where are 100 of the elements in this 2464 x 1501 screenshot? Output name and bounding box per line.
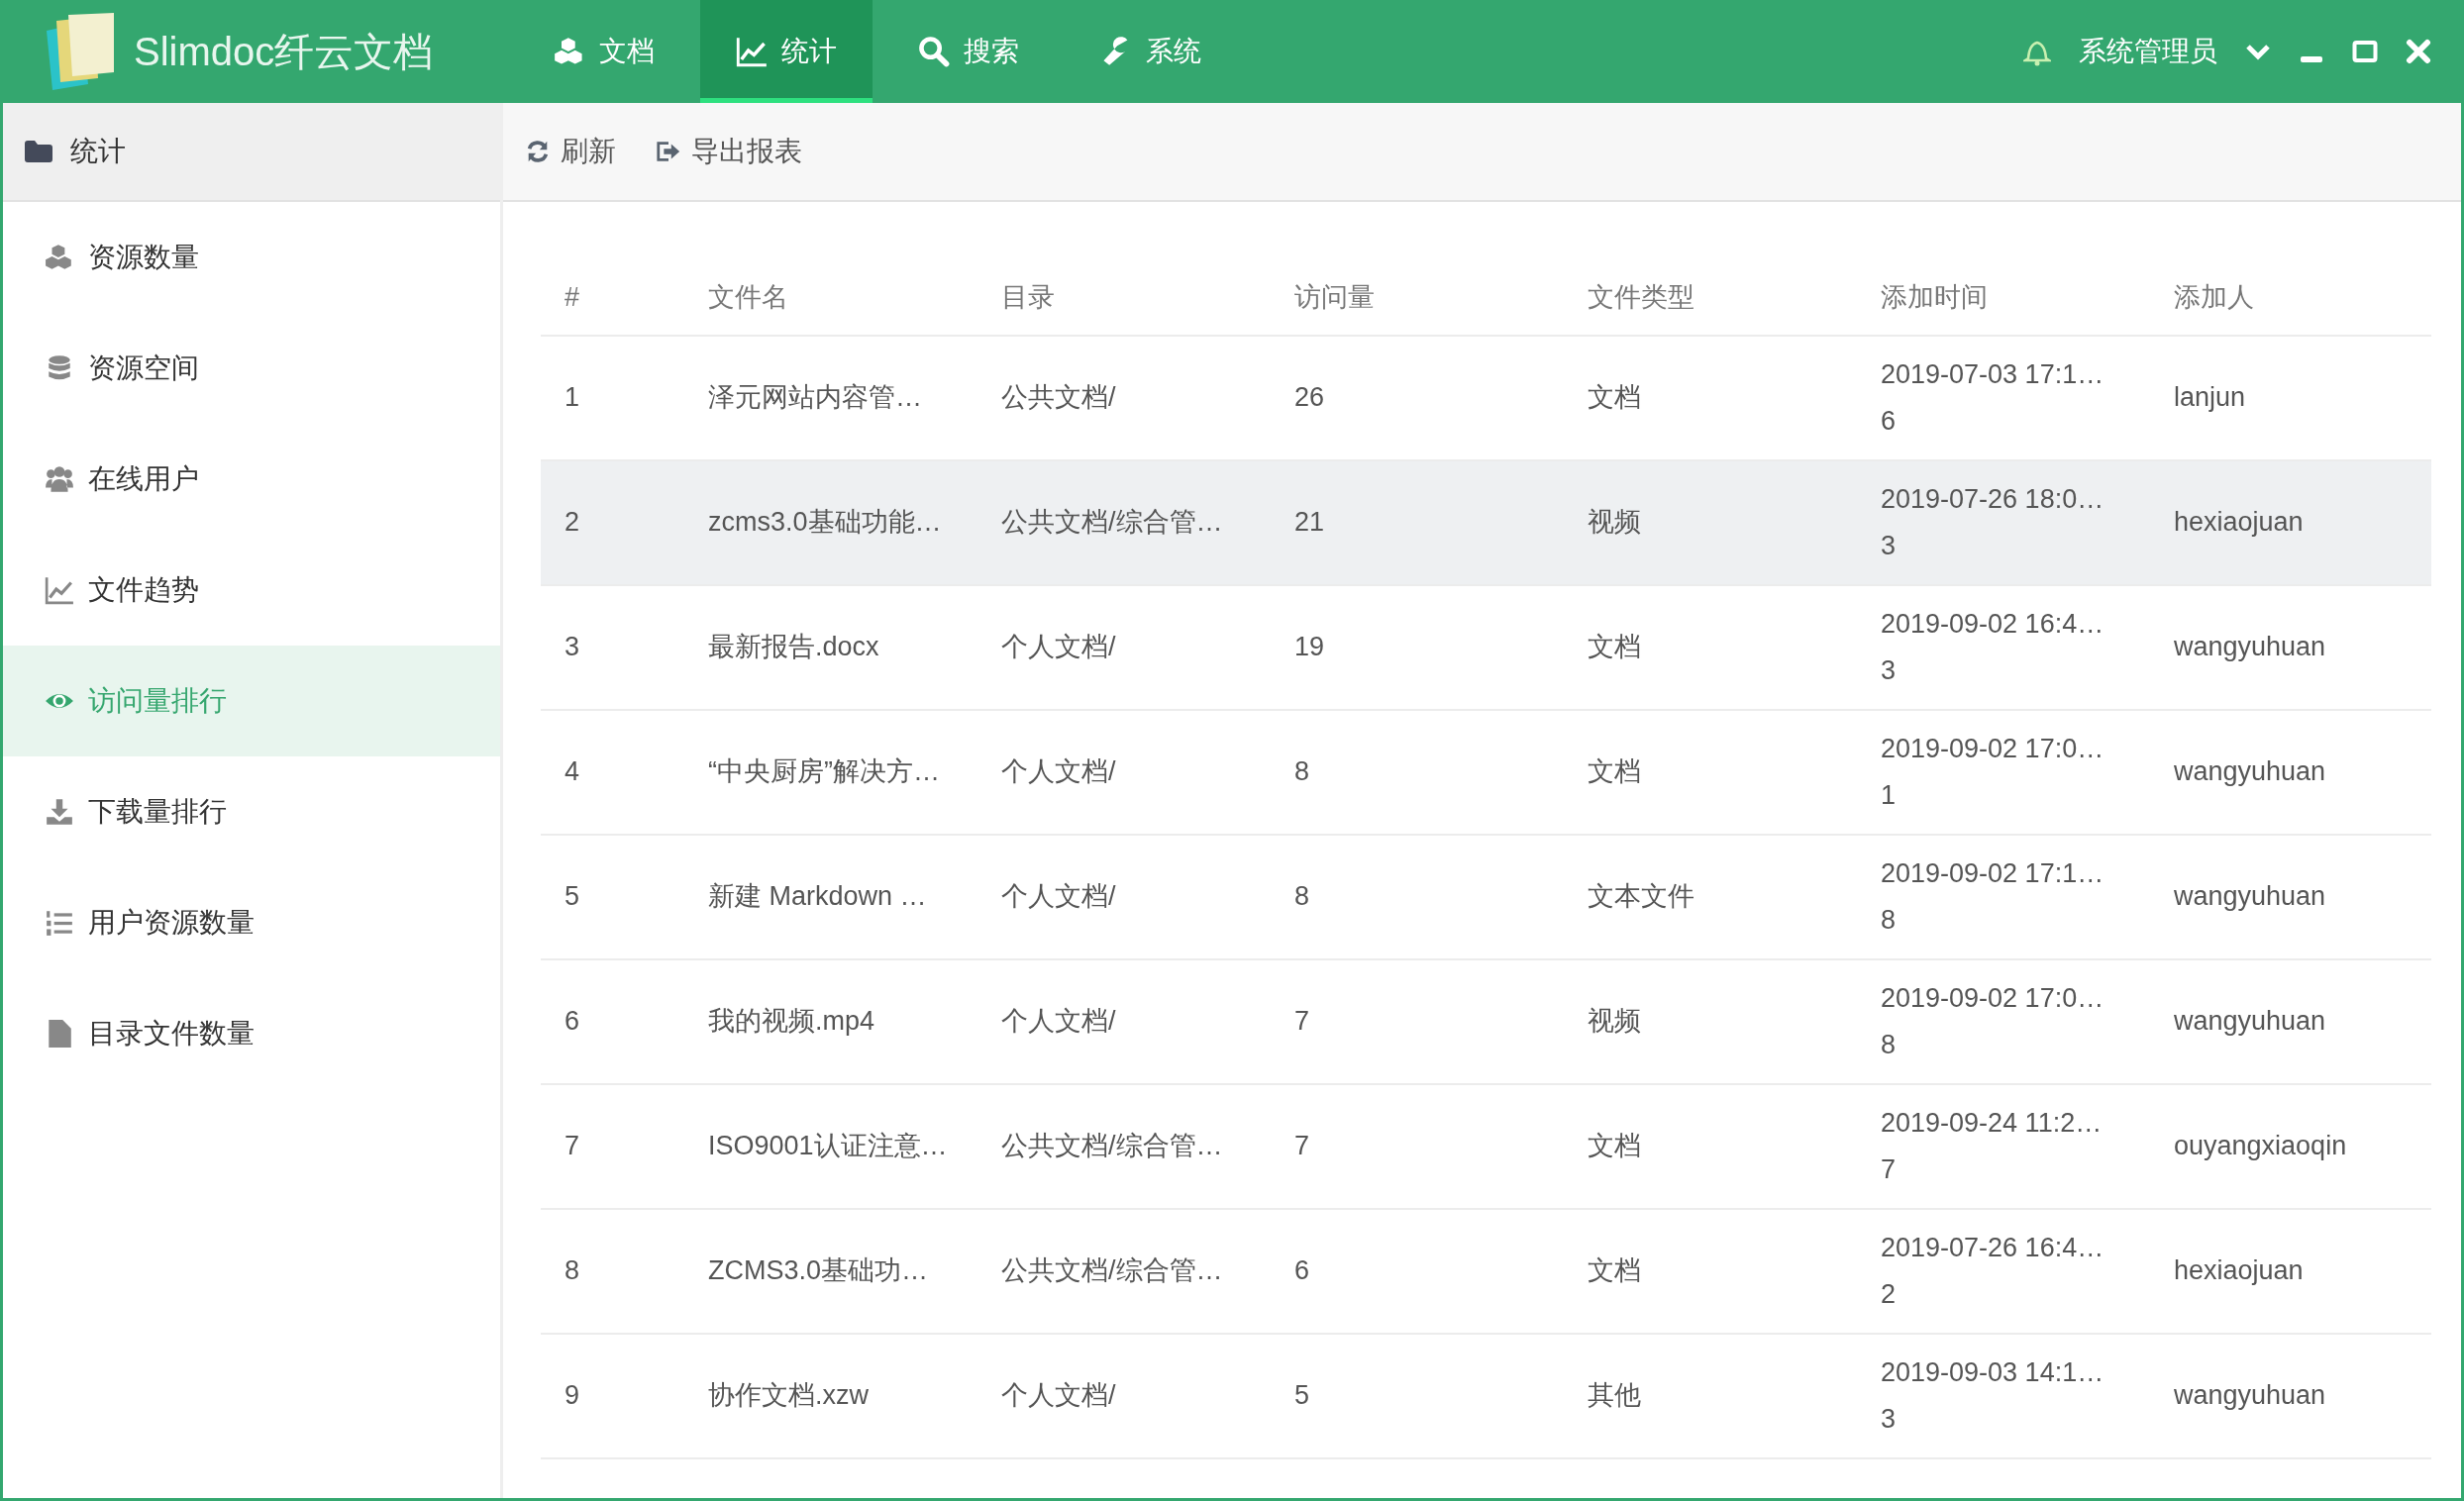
app-title: Slimdoc纤云文档 bbox=[134, 29, 434, 75]
sidebar-item[interactable]: 文件趋势 bbox=[3, 535, 500, 646]
table-cell-text: 1 bbox=[564, 381, 581, 415]
maximize-icon[interactable] bbox=[2352, 40, 2378, 63]
table-cell-text: lanjun bbox=[2173, 381, 2247, 415]
table-cell-text: 2019-09-03 14:1… 3 bbox=[1880, 1355, 2105, 1436]
table-cell-text: 6 bbox=[564, 1005, 581, 1039]
table-row[interactable]: 5 新建 Markdown … 个人文档/ 8 文本文件 2019-09-02 17:1… 8 wangyuhuan bbox=[541, 836, 2431, 960]
column-header: 添加人 bbox=[2173, 280, 2255, 314]
table-row[interactable]: 7 ISO9001认证注意… 公共文档/综合管… 7 文档 2019-09-24 11:2… 7 ouyangxiaoqin bbox=[541, 1085, 2431, 1210]
table-cell-text: 个人文档/ bbox=[1000, 1379, 1117, 1413]
table-cell-text: ouyangxiaoqin bbox=[2173, 1130, 2348, 1163]
table-row[interactable]: 9 协作文档.xzw 个人文档/ 5 其他 2019-09-03 14:1… 3 wangyuhuan bbox=[541, 1335, 2431, 1459]
sidebar-item[interactable]: 资源数量 bbox=[3, 202, 500, 313]
table-cell-text: 文档 bbox=[1587, 755, 1642, 789]
nav-tab[interactable]: 统计 bbox=[700, 0, 873, 103]
table-cell-text: wangyuhuan bbox=[2173, 631, 2327, 664]
toolbar-button[interactable]: 导出报表 bbox=[656, 131, 802, 172]
table-cell-text: 2 bbox=[564, 506, 581, 540]
refresh-icon bbox=[525, 139, 551, 164]
table-cell-text: 公共文档/综合管… bbox=[1000, 506, 1224, 540]
column-header: 目录 bbox=[1000, 280, 1056, 314]
table-cell-text: 泽元网站内容管… bbox=[707, 381, 923, 415]
table-cell-text: 4 bbox=[564, 755, 581, 789]
table-cell-text: 其他 bbox=[1587, 1379, 1642, 1413]
table-cell-text: 文档 bbox=[1587, 631, 1642, 664]
table-cell-text: 26 bbox=[1293, 381, 1326, 415]
users-icon bbox=[45, 464, 74, 494]
table-cell-text: 7 bbox=[564, 1130, 581, 1163]
table-cell-text: 2019-09-24 11:2… 7 bbox=[1880, 1106, 2104, 1186]
numbered-list-icon bbox=[45, 908, 74, 938]
table-cell-text: wangyuhuan bbox=[2173, 755, 2327, 789]
table-cell-text: 公共文档/综合管… bbox=[1000, 1254, 1224, 1288]
table-cell-text: 公共文档/ bbox=[1000, 381, 1117, 415]
table-cell-text: 个人文档/ bbox=[1000, 1005, 1117, 1039]
table-cell-text: 5 bbox=[1293, 1379, 1311, 1413]
table-cell-text: 2019-07-26 18:0… 3 bbox=[1880, 482, 2105, 562]
table-cell-text: 个人文档/ bbox=[1000, 880, 1117, 914]
table-row[interactable]: 6 我的视频.mp4 个人文档/ 7 视频 2019-09-02 17:0… 8 wangyuhuan bbox=[541, 960, 2431, 1085]
sidebar-title: 统计 bbox=[70, 135, 126, 168]
table-cell-text: 2019-09-02 17:1… 8 bbox=[1880, 856, 2105, 937]
table-cell-text: 8 bbox=[1293, 755, 1311, 789]
table-row[interactable]: 8 ZCMS3.0基础功… 公共文档/综合管… 6 文档 2019-07-26 16:4… 2 hexiaojuan bbox=[541, 1210, 2431, 1335]
table-cell-text: 视频 bbox=[1587, 1005, 1642, 1039]
table-cell-text: 5 bbox=[564, 880, 581, 914]
table-cell-text: 个人文档/ bbox=[1000, 755, 1117, 789]
sidebar-item[interactable]: 下载量排行 bbox=[3, 756, 500, 867]
sidebar-item[interactable]: 用户资源数量 bbox=[3, 867, 500, 978]
table-cell-text: 公共文档/综合管… bbox=[1000, 1130, 1224, 1163]
close-icon[interactable] bbox=[2406, 39, 2431, 64]
export-icon bbox=[656, 139, 681, 164]
table-cell-text: 6 bbox=[1293, 1254, 1311, 1288]
chevron-down-icon[interactable] bbox=[2245, 43, 2271, 60]
table-cell-text: 视频 bbox=[1587, 506, 1642, 540]
search-icon bbox=[918, 36, 950, 67]
download-icon bbox=[45, 797, 74, 827]
table-cell-text: 文档 bbox=[1587, 1254, 1642, 1288]
table-cell-text: wangyuhuan bbox=[2173, 1379, 2327, 1413]
table-cell-text: zcms3.0基础功能… bbox=[707, 506, 943, 540]
table-cell-text: 协作文档.xzw bbox=[707, 1379, 870, 1413]
table-cell-text: 8 bbox=[1293, 880, 1311, 914]
folder-icon bbox=[25, 141, 52, 162]
table-cell-text: 2019-07-03 17:1… 6 bbox=[1880, 357, 2105, 438]
column-header: 访问量 bbox=[1293, 280, 1376, 314]
toolbar-button[interactable]: 刷新 bbox=[525, 131, 616, 172]
table-cell-text: hexiaojuan bbox=[2173, 1254, 2305, 1288]
table-row[interactable]: 4 “中央厨房”解决方… 个人文档/ 8 文档 2019-09-02 17:0… 1 wangyuhuan bbox=[541, 711, 2431, 836]
table-cell-text: 文本文件 bbox=[1587, 880, 1695, 914]
table-cell-text: 2019-09-02 17:0… 8 bbox=[1880, 981, 2105, 1061]
table-cell-text: 最新报告.docx bbox=[707, 631, 880, 664]
table-cell-text: 个人文档/ bbox=[1000, 631, 1117, 664]
sidebar-item[interactable]: 目录文件数量 bbox=[3, 978, 500, 1089]
table-cell-text: 21 bbox=[1293, 506, 1326, 540]
line-chart-icon bbox=[736, 36, 768, 67]
table-cell-text: 2019-09-02 16:4… 3 bbox=[1880, 607, 2105, 687]
table-cell-text: hexiaojuan bbox=[2173, 506, 2305, 540]
table-cell-text: 2019-07-26 16:4… 2 bbox=[1880, 1231, 2105, 1311]
table-cell-text: 7 bbox=[1293, 1005, 1311, 1039]
table-cell-text: ISO9001认证注意… bbox=[707, 1130, 949, 1163]
column-header: 文件类型 bbox=[1587, 280, 1695, 314]
table-row[interactable]: 2 zcms3.0基础功能… 公共文档/综合管… 21 视频 2019-07-26 18:0… 3 hexiaojuan bbox=[541, 461, 2431, 586]
table-cell-text: 文档 bbox=[1587, 1130, 1642, 1163]
table-cell-text: wangyuhuan bbox=[2173, 1005, 2327, 1039]
table-cell-text: 7 bbox=[1293, 1130, 1311, 1163]
line-chart-icon bbox=[45, 575, 74, 605]
table-cell-text: 我的视频.mp4 bbox=[707, 1005, 876, 1039]
column-header: 添加时间 bbox=[1880, 280, 1989, 314]
sidebar-item[interactable]: 在线用户 bbox=[3, 424, 500, 535]
table-cell-text: 新建 Markdown … bbox=[707, 880, 928, 914]
table-cell-text: ZCMS3.0基础功… bbox=[707, 1254, 930, 1288]
table-cell-text: wangyuhuan bbox=[2173, 880, 2327, 914]
table-cell-text: 8 bbox=[564, 1254, 581, 1288]
table-cell-text: “中央厨房”解决方… bbox=[707, 755, 941, 789]
table-cell-text: 3 bbox=[564, 631, 581, 664]
table-cell-text: 19 bbox=[1293, 631, 1326, 664]
table-cell-text: 9 bbox=[564, 1379, 581, 1413]
table-cell-text: 文档 bbox=[1587, 381, 1642, 415]
sidebar-item[interactable]: 资源空间 bbox=[3, 313, 500, 424]
table-row[interactable]: 3 最新报告.docx 个人文档/ 19 文档 2019-09-02 16:4… 3 wangyuhuan bbox=[541, 586, 2431, 711]
column-header: 文件名 bbox=[707, 280, 789, 314]
